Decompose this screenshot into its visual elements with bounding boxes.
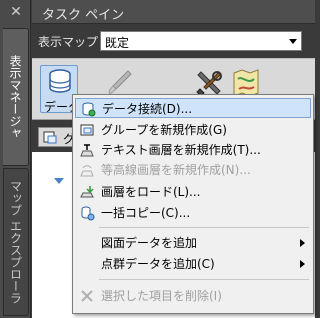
side-tab-bar: ✕ 表示マネージャ マップ エクスプローラ [0,0,31,318]
copy-icon [81,206,95,221]
group-add-icon [43,131,57,144]
task-pane-title: タスク ペイン [42,8,125,23]
menu-item-label: 図面データを追加 [101,236,198,250]
submenu-arrow-icon [300,260,305,268]
chevron-down-icon [289,39,297,44]
close-icon[interactable]: ✕ [8,4,24,20]
display-map-row: 表示マップ 既定 [32,28,315,54]
menu-item-label: 選択した項目を削除(I) [101,289,222,303]
menu-item-delete-selected[interactable]: 選択した項目を削除(I) [75,286,311,306]
task-pane-titlebar[interactable]: タスク ペイン [32,0,315,24]
expand-triangle-icon[interactable] [54,178,64,184]
text-layer-icon [80,144,94,157]
menu-item-load-layer[interactable]: 画層をロード(L)... [75,182,311,202]
data-context-menu: データ接続(D)... グループを新規作成(G) テキスト画層を新規作成(T).… [72,94,314,314]
menu-item-bulk-copy[interactable]: 一括コピー(C)... [75,203,311,223]
data-connect-icon [82,102,96,117]
menu-item-label: 点群データを追加(C) [101,257,215,271]
menu-item-label: データ接続(D)... [102,102,193,116]
menu-separator [99,279,309,280]
menu-item-label: 一括コピー(C)... [101,206,191,220]
menu-item-new-group[interactable]: グループを新規作成(G) [75,120,311,140]
display-map-select[interactable]: 既定 [100,31,302,51]
tab-display-manager-label: 表示マネージャ [8,55,22,139]
menu-item-new-contour-layer[interactable]: 等高線画層を新規作成(N)... [75,160,311,180]
menu-item-label: 画層をロード(L)... [101,185,201,199]
data-stack-icon [49,69,71,93]
load-layer-icon [80,186,94,198]
menu-item-new-text-layer[interactable]: テキスト画層を新規作成(T)... [75,140,311,160]
tab-map-explorer-label: マップ エクスプローラ [8,180,23,304]
menu-item-label: テキスト画層を新規作成(T)... [101,143,261,157]
menu-item-data-connect[interactable]: データ接続(D)... [75,98,311,118]
tab-map-explorer[interactable]: マップ エクスプローラ [3,168,29,316]
delete-icon [81,290,93,302]
display-map-label: 表示マップ [38,35,99,49]
menu-separator [99,227,309,228]
display-map-value: 既定 [105,36,130,50]
contour-icon [80,165,94,177]
menu-item-add-drawing-data[interactable]: 図面データを追加 [75,233,311,253]
submenu-arrow-icon [300,239,305,247]
menu-item-label: グループを新規作成(G) [101,123,227,137]
menu-item-add-point-cloud[interactable]: 点群データを追加(C) [75,254,311,274]
group-icon [80,124,94,136]
tab-display-manager[interactable]: 表示マネージャ [3,28,29,166]
menu-item-label: 等高線画層を新規作成(N)... [101,163,251,177]
